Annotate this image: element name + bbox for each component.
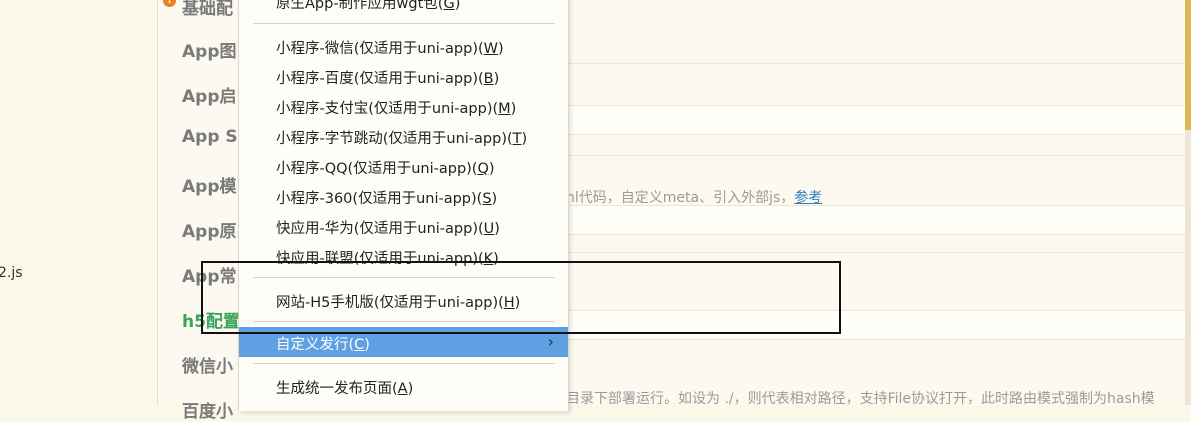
menu-item-alipay[interactable]: 小程序-支付宝(仅适用于uni-app)(M) <box>239 91 568 121</box>
warning-icon: ! <box>163 0 176 7</box>
menu-separator <box>253 363 555 364</box>
menu-item-qq[interactable]: 小程序-QQ(仅适用于uni-app)(Q) <box>239 151 568 181</box>
menu-item-bytedance[interactable]: 小程序-字节跳动(仅适用于uni-app)(T) <box>239 121 568 151</box>
menu-item-publish-page[interactable]: 生成统一发布页面(A) <box>239 371 568 401</box>
section-wechat[interactable]: 微信小 <box>182 352 233 377</box>
menu-item-baidu[interactable]: 小程序-百度(仅适用于uni-app)(B) <box>239 61 568 91</box>
menu-item-360[interactable]: 小程序-360(仅适用于uni-app)(S) <box>239 181 568 211</box>
section-app-sdk[interactable]: App SI <box>182 127 244 147</box>
reference-link[interactable]: 参考 <box>794 190 822 206</box>
section-basic[interactable]: 基础配 <box>182 0 233 19</box>
file-label[interactable]: 2.js <box>0 265 23 281</box>
section-app-module[interactable]: App模 <box>182 172 237 197</box>
section-app-native[interactable]: App原 <box>182 217 237 242</box>
left-panel: 2.js <box>0 0 157 405</box>
section-baidu[interactable]: 百度小 <box>182 397 233 422</box>
section-app-common[interactable]: App常 <box>182 262 237 287</box>
menu-item-custom-publish[interactable]: 自定义发行(C) › <box>239 327 568 357</box>
text-field[interactable] <box>563 105 1191 135</box>
menu-item-huawei[interactable]: 快应用-华为(仅适用于uni-app)(U) <box>239 211 568 241</box>
section-app-splash[interactable]: App启 <box>182 82 237 107</box>
h5-path-hint: 目录下部署运行。如设为 ./，则代表相对路径，支持File协议打开，此时路由模式… <box>566 391 1155 407</box>
row-divider <box>558 63 1191 64</box>
menu-separator <box>253 321 555 322</box>
h5-field[interactable] <box>563 310 1191 340</box>
menu-separator <box>253 23 555 24</box>
template-hint-text: nl代码，自定义meta、引入外部js， <box>566 190 795 206</box>
menu-item-quickapp-union[interactable]: 快应用-联盟(仅适用于uni-app)(K) <box>239 241 568 271</box>
row-divider <box>558 252 1191 253</box>
section-h5[interactable]: h5配置 <box>182 307 240 332</box>
menu-item-wgt[interactable]: 原生App-制作应用wgt包(G) <box>239 0 568 16</box>
row-divider <box>558 155 1191 156</box>
section-app-icon[interactable]: App图 <box>182 37 237 62</box>
template-field[interactable] <box>563 205 1191 235</box>
menu-separator <box>253 277 555 278</box>
scrollbar-thumb[interactable] <box>1185 0 1191 130</box>
submenu-arrow-icon: › <box>547 332 554 351</box>
publish-context-menu: 原生App-制作应用wgt包(G) 小程序-微信(仅适用于uni-app)(W)… <box>238 0 569 411</box>
menu-item-wechat[interactable]: 小程序-微信(仅适用于uni-app)(W) <box>239 31 568 61</box>
scrollbar[interactable] <box>1185 0 1191 405</box>
menu-item-h5[interactable]: 网站-H5手机版(仅适用于uni-app)(H) <box>239 285 568 315</box>
template-hint: nl代码，自定义meta、引入外部js，参考 <box>566 187 822 207</box>
